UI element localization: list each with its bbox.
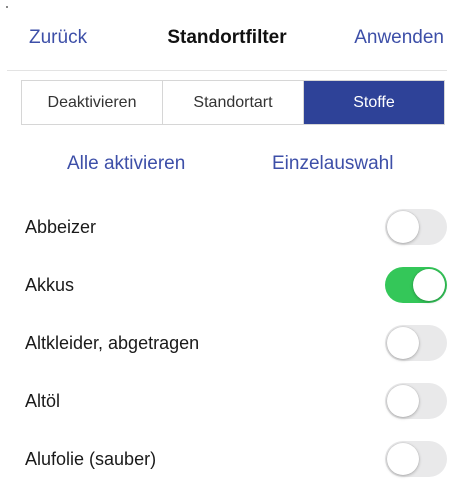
toggle-switch[interactable]	[385, 209, 447, 245]
item-label: Altöl	[25, 391, 61, 411]
toggle-switch[interactable]	[385, 267, 447, 303]
toggle-knob	[387, 211, 419, 243]
single-selection-button[interactable]: Einzelauswahl	[272, 152, 393, 176]
segment-location-type[interactable]: Standortart	[163, 81, 304, 124]
list-item: Altkleider, abgetragen	[0, 320, 454, 378]
item-label: Abbeizer	[25, 217, 97, 237]
item-label: Akkus	[25, 275, 75, 295]
list-item: Akkus	[0, 262, 454, 320]
toggle-switch[interactable]	[385, 383, 447, 419]
segment-substances[interactable]: Stoffe	[304, 81, 444, 124]
filter-segmented-control: Deaktivieren Standortart Stoffe	[21, 80, 445, 125]
list-item: Altöl	[0, 378, 454, 436]
apply-button[interactable]: Anwenden	[354, 26, 444, 50]
toggle-knob	[413, 269, 445, 301]
header-divider	[7, 70, 447, 71]
activate-all-button[interactable]: Alle aktivieren	[67, 152, 185, 176]
list-item: Alufolie (sauber)	[0, 436, 454, 488]
navigation-bar: Zurück Standortfilter Anwenden	[0, 0, 454, 70]
back-button[interactable]: Zurück	[29, 26, 87, 50]
location-filter-screen: Zurück Standortfilter Anwenden Deaktivie…	[0, 0, 454, 488]
toggle-switch[interactable]	[385, 325, 447, 361]
item-label: Altkleider, abgetragen	[25, 333, 200, 353]
list-item: Abbeizer	[0, 204, 454, 262]
substance-list: Abbeizer Akkus Altkleider, abgetragen Al…	[0, 204, 454, 488]
toggle-knob	[387, 443, 419, 475]
toggle-switch[interactable]	[385, 441, 447, 477]
segment-deactivate[interactable]: Deaktivieren	[22, 81, 163, 124]
toggle-knob	[387, 385, 419, 417]
item-label: Alufolie (sauber)	[25, 449, 157, 469]
toggle-knob	[387, 327, 419, 359]
